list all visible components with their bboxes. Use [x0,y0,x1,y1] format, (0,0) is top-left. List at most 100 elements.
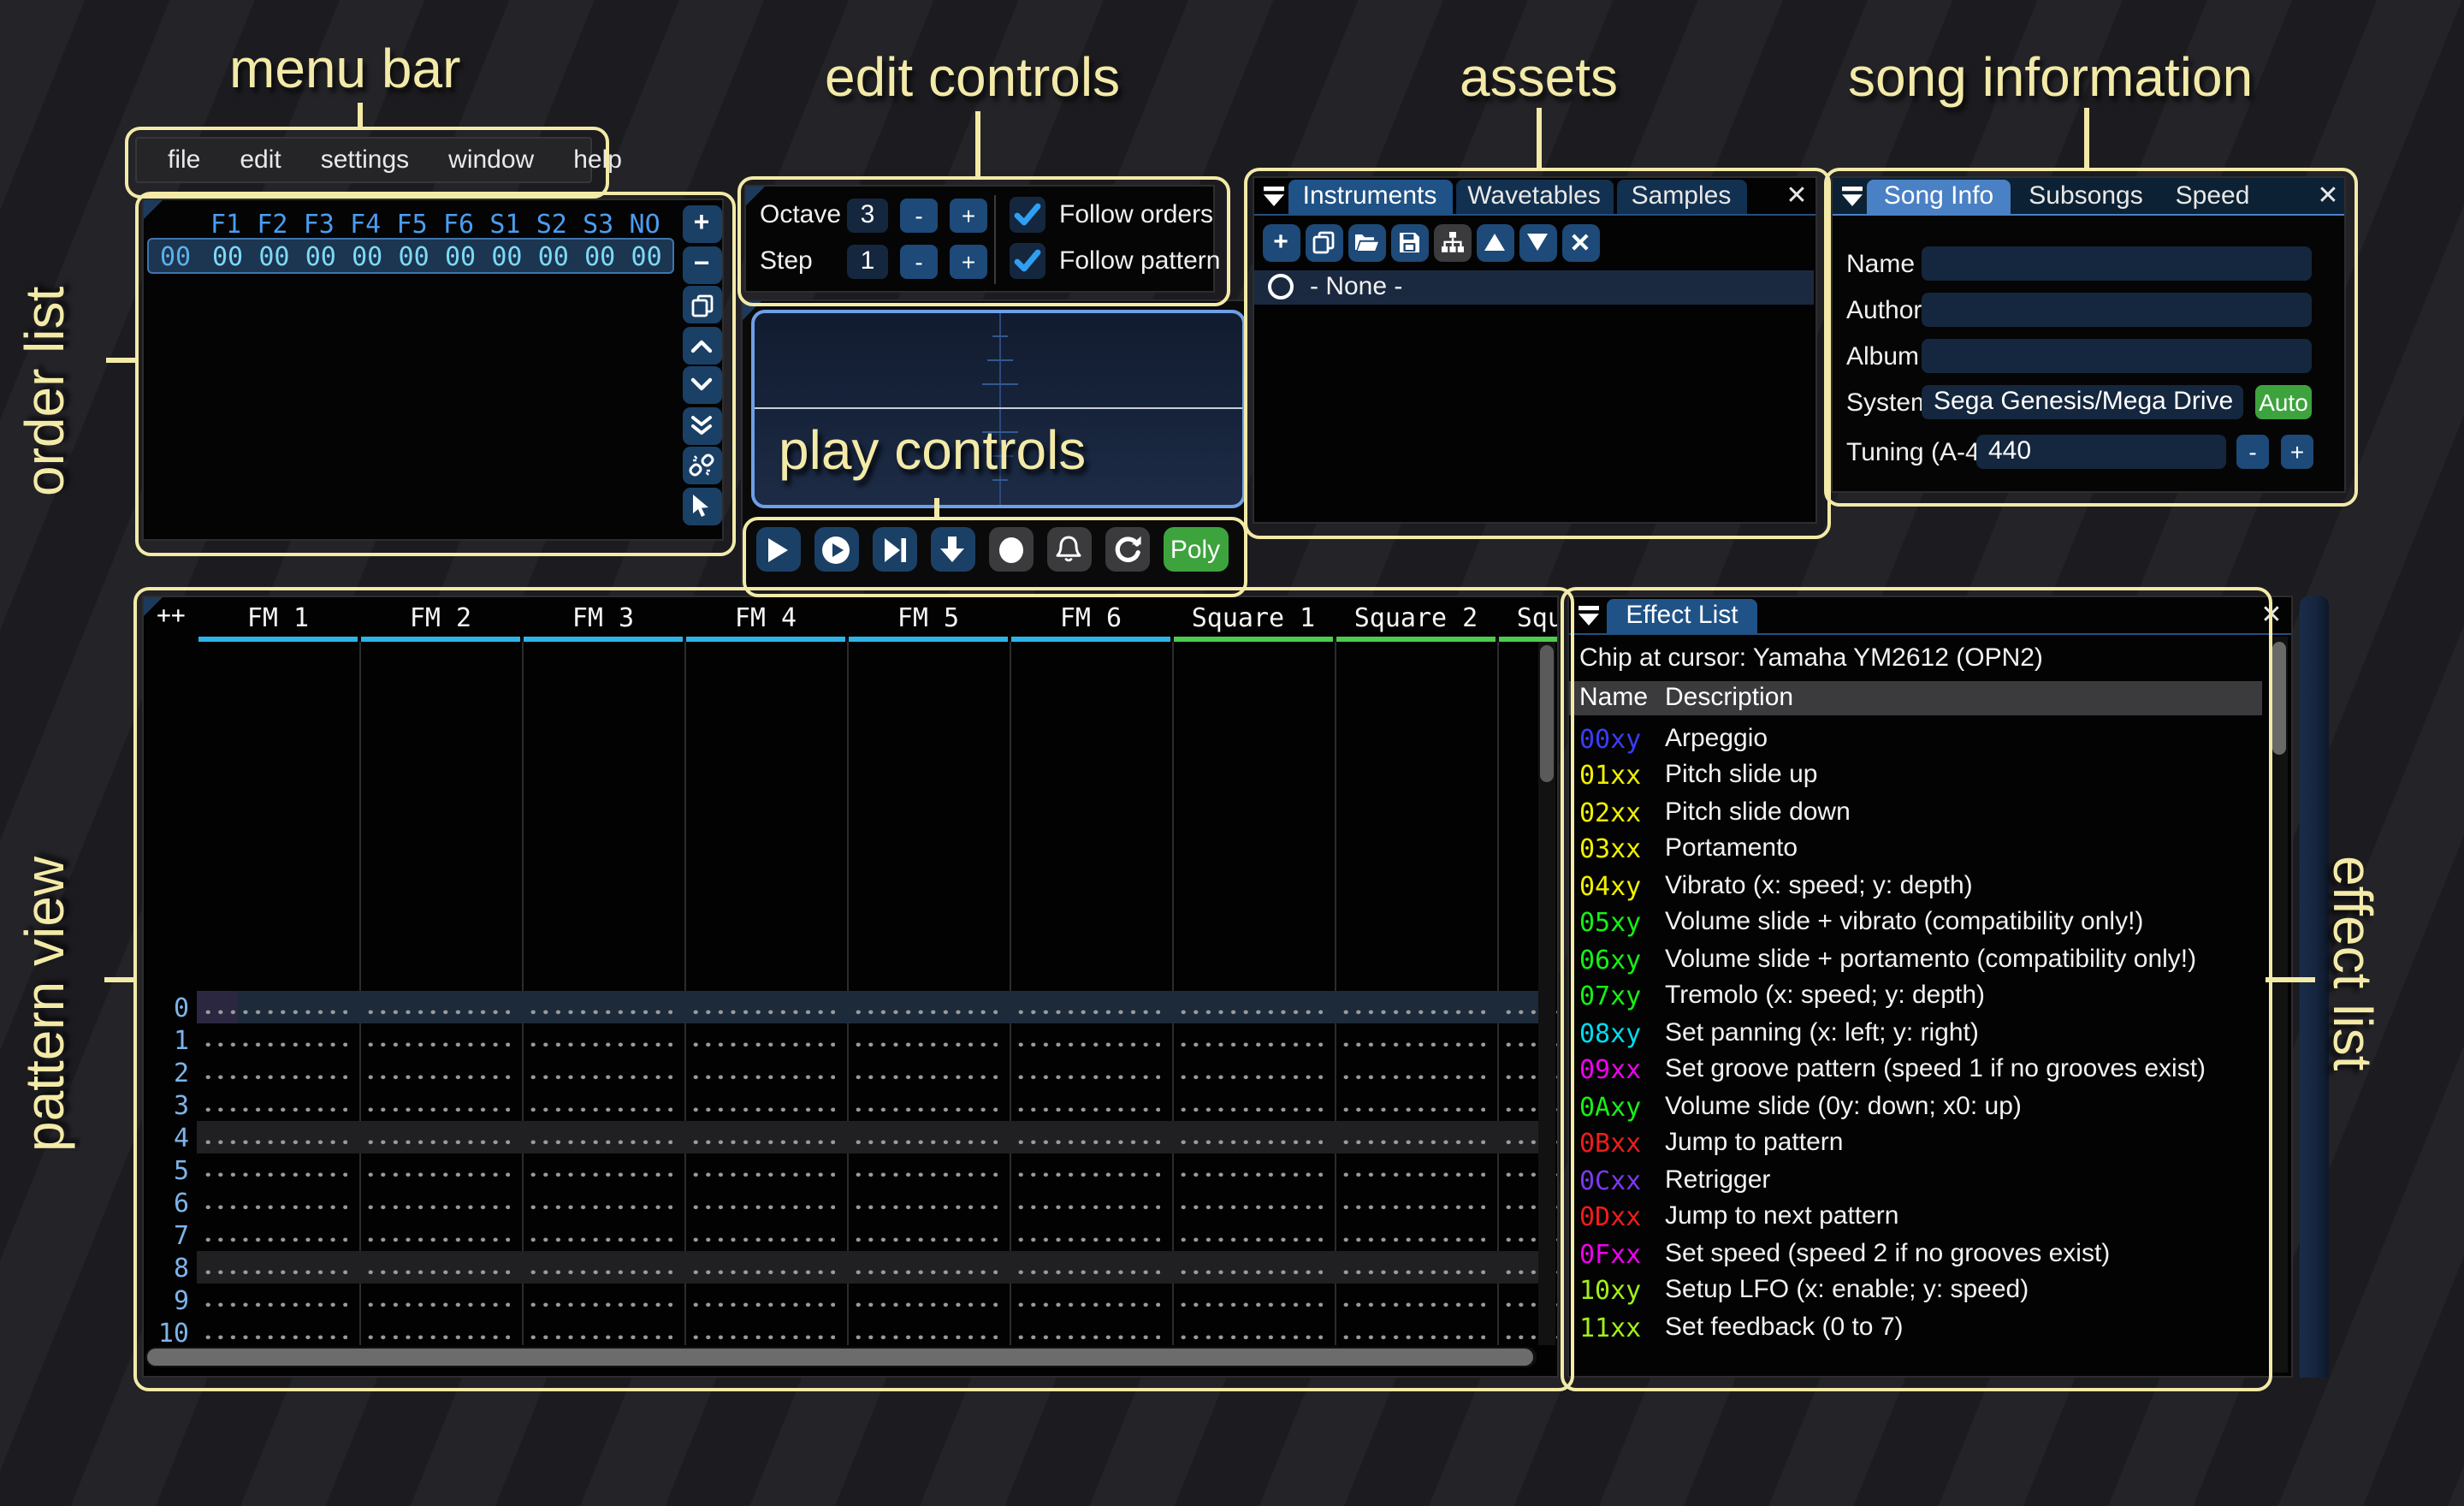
pattern-empty-cell[interactable] [205,1335,347,1341]
scrollbar-thumb[interactable] [147,1348,1533,1365]
tab-effect-list[interactable]: Effect List [1607,598,1757,632]
pattern-empty-cell[interactable] [856,1237,998,1243]
octave-value[interactable]: 3 [847,198,888,232]
pattern-empty-cell[interactable] [530,1042,672,1048]
effect-row[interactable]: 09xx Set groove pattern (speed 1 if no gr… [1569,1052,2291,1089]
pattern-row[interactable]: 9 [143,1283,1558,1315]
channel-header-square-2[interactable]: Square 2 [1335,602,1497,632]
pattern-empty-cell[interactable] [856,1107,998,1113]
pattern-empty-cell[interactable] [368,1107,510,1113]
pattern-empty-cell[interactable] [693,1140,835,1146]
pattern-empty-cell[interactable] [856,1042,998,1048]
pattern-empty-cell[interactable] [1181,1107,1323,1113]
effect-row[interactable]: 05xy Volume slide + vibrato (compatibilit… [1569,905,2291,942]
pattern-empty-cell[interactable] [530,1270,672,1276]
pattern-empty-cell[interactable] [1181,1302,1323,1308]
pattern-empty-cell[interactable] [1181,1237,1323,1243]
order-cell[interactable]: 00 [577,241,623,272]
pattern-empty-cell[interactable] [693,1270,835,1276]
pattern-row[interactable]: 10 [143,1315,1558,1348]
duplicate-order-button[interactable] [682,286,721,323]
effect-row[interactable]: 00xy Arpeggio [1569,721,2291,758]
pattern-empty-cell[interactable] [205,1010,347,1016]
pattern-empty-cell[interactable] [856,1302,998,1308]
step-plus-button[interactable]: + [950,244,987,278]
tab-subsongs[interactable]: Subsongs [2014,179,2158,213]
pattern-row[interactable]: 3 [143,1088,1558,1120]
effect-row[interactable]: 0Cxx Retrigger [1569,1163,2291,1200]
order-cell[interactable]: 00 [204,241,251,272]
pattern-empty-cell[interactable] [1343,1302,1485,1308]
pattern-empty-cell[interactable] [693,1205,835,1211]
pattern-empty-cell[interactable] [856,1270,998,1276]
order-cell[interactable]: 00 [251,241,297,272]
pattern-empty-cell[interactable] [205,1172,347,1178]
pattern-empty-cell[interactable] [530,1335,672,1341]
follow-orders-checkbox[interactable] [1010,197,1045,233]
pattern-empty-cell[interactable] [1343,1010,1485,1016]
pattern-empty-cell[interactable] [1343,1140,1485,1146]
effect-row[interactable]: 07xy Tremolo (x: speed; y: depth) [1569,979,2291,1016]
open-asset-button[interactable] [1348,223,1385,261]
duplicate-asset-button[interactable] [1305,223,1342,261]
add-asset-button[interactable]: + [1262,223,1300,261]
menu-settings[interactable]: settings [321,145,409,175]
step-minus-button[interactable]: - [900,244,938,278]
metronome-button[interactable] [1046,527,1091,572]
order-row-index[interactable]: 00 [157,241,194,272]
pattern-empty-cell[interactable] [368,1237,510,1243]
pattern-empty-cell[interactable] [368,1075,510,1081]
tuning-minus-button[interactable]: - [2236,434,2269,468]
step-value[interactable]: 1 [847,244,888,278]
tuning-plus-button[interactable]: + [2281,434,2313,468]
tab-samples[interactable]: Samples [1616,179,1746,213]
pattern-empty-cell[interactable] [205,1140,347,1146]
pattern-empty-cell[interactable] [1343,1042,1485,1048]
deep-clone-order-button[interactable] [682,447,721,484]
delete-asset-button[interactable]: ✕ [1561,223,1599,261]
move-order-down-button[interactable] [682,366,721,404]
scrollbar-thumb[interactable] [2272,641,2285,754]
effect-row[interactable]: 04xy Vibrato (x: speed; y: depth) [1569,869,2291,905]
move-order-up-button[interactable] [682,326,721,364]
octave-plus-button[interactable]: + [950,198,987,232]
record-button[interactable] [988,527,1033,572]
tab-instruments[interactable]: Instruments [1288,179,1452,213]
follow-pattern-checkbox[interactable] [1010,243,1045,279]
order-cell[interactable]: 00 [298,241,344,272]
pattern-empty-cell[interactable] [1343,1237,1485,1243]
toggle-folder-view-button[interactable] [1433,223,1471,261]
order-cell[interactable]: 00 [391,241,437,272]
pattern-cursor-cell[interactable] [197,990,238,1023]
pattern-empty-cell[interactable] [1181,1270,1323,1276]
pattern-empty-cell[interactable] [530,1107,672,1113]
pattern-empty-cell[interactable] [1181,1042,1323,1048]
effect-row[interactable]: 0Dxx Jump to next pattern [1569,1200,2291,1236]
collapse-window-icon[interactable] [1578,603,1600,626]
pattern-empty-cell[interactable] [693,1075,835,1081]
pattern-empty-cell[interactable] [1018,1107,1160,1113]
pattern-empty-cell[interactable] [1181,1140,1323,1146]
system-auto-button[interactable]: Auto [2255,384,2312,418]
pattern-empty-cell[interactable] [856,1205,998,1211]
pattern-empty-cell[interactable] [205,1302,347,1308]
collapse-window-icon[interactable] [1262,184,1284,206]
pattern-empty-cell[interactable] [205,1237,347,1243]
pattern-empty-cell[interactable] [530,1140,672,1146]
tab-wavetables[interactable]: Wavetables [1455,179,1613,213]
tuning-input[interactable]: 440 [1976,434,2226,468]
pattern-empty-cell[interactable] [205,1075,347,1081]
pattern-empty-cell[interactable] [1018,1270,1160,1276]
pattern-row[interactable]: 8 [143,1250,1558,1283]
menu-file[interactable]: file [168,145,200,175]
instrument-item-none[interactable]: - None - [1253,270,1813,304]
order-row[interactable]: 00 00 00 00 00 00 00 00 00 00 00 [146,238,673,274]
pattern-empty-cell[interactable] [205,1270,347,1276]
menu-help[interactable]: help [573,145,622,175]
pattern-empty-cell[interactable] [1018,1075,1160,1081]
effect-row[interactable]: 01xx Pitch slide up [1569,758,2291,795]
pattern-empty-cell[interactable] [368,1172,510,1178]
pattern-empty-cell[interactable] [1343,1205,1485,1211]
effect-row[interactable]: 08xy Set panning (x: left; y: right) [1569,1016,2291,1052]
close-icon[interactable]: ✕ [2315,181,2341,210]
